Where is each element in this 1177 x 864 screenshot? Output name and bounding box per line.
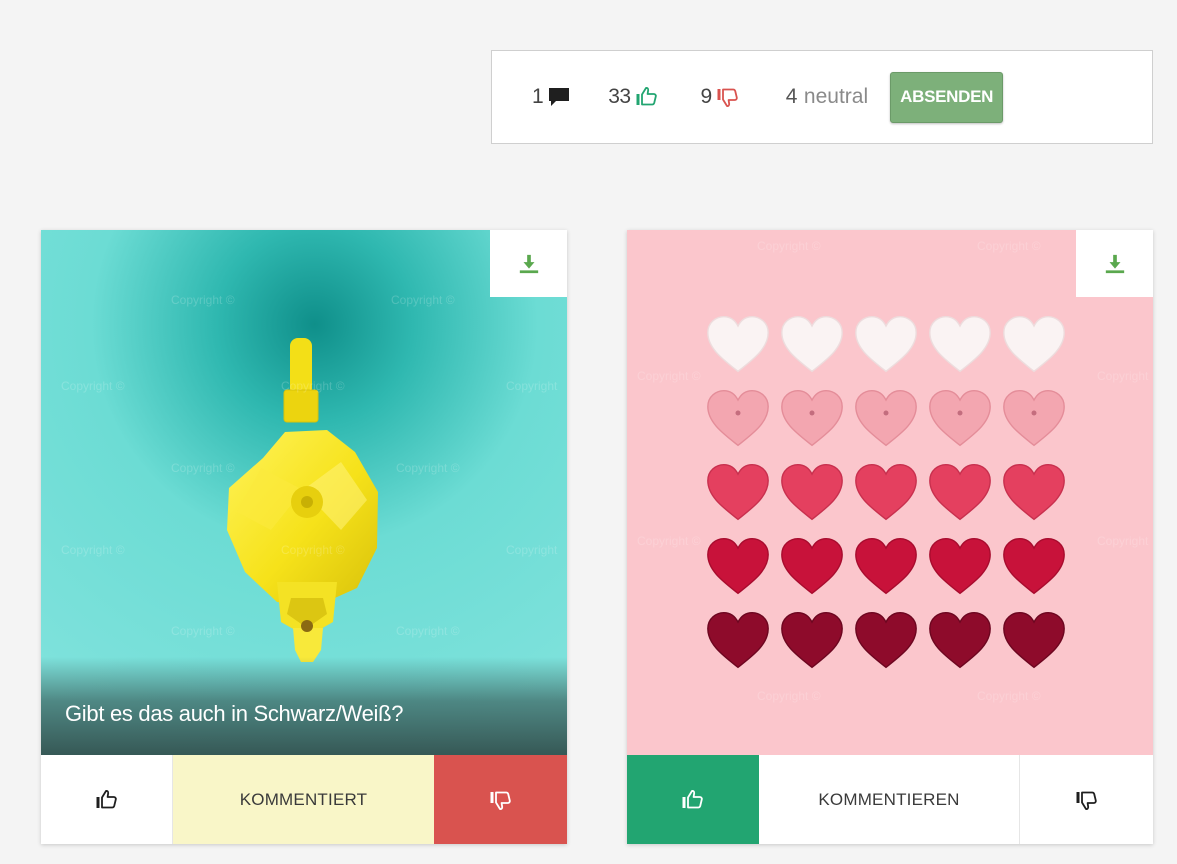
card-actions: KOMMENTIEREN xyxy=(627,755,1153,844)
comment-button[interactable]: KOMMENTIEREN xyxy=(759,755,1020,844)
download-button[interactable] xyxy=(490,230,567,297)
thumbs-up-icon xyxy=(681,788,705,812)
like-button[interactable] xyxy=(627,755,759,844)
comment-text: Gibt es das auch in Schwarz/Weiß? xyxy=(65,701,404,726)
svg-text:Copyright ©: Copyright © xyxy=(171,624,235,638)
neutral-count: 4 neutral xyxy=(785,85,869,108)
svg-text:Copyright: Copyright xyxy=(506,543,558,557)
svg-text:Copyright ©: Copyright © xyxy=(171,461,235,475)
svg-text:Copyright ©: Copyright © xyxy=(757,239,821,253)
card-comment-caption: Gibt es das auch in Schwarz/Weiß? xyxy=(41,657,567,755)
svg-text:Copyright ©: Copyright © xyxy=(396,461,460,475)
image-card-crochet-hearts: Copyright © Copyright © Copyright © Copyri… xyxy=(627,230,1153,844)
svg-text:Copyright ©: Copyright © xyxy=(61,543,125,557)
download-icon xyxy=(518,253,540,275)
svg-text:Copyright: Copyright xyxy=(1097,369,1149,383)
submit-button[interactable]: ABSENDEN xyxy=(890,71,1004,123)
comment-icon xyxy=(546,85,572,109)
dislike-button[interactable] xyxy=(1020,755,1153,844)
comments-count: 1 xyxy=(532,85,572,109)
svg-text:Copyright ©: Copyright © xyxy=(637,534,701,548)
thumbs-up-icon xyxy=(95,788,119,812)
svg-text:Copyright ©: Copyright © xyxy=(391,293,455,307)
svg-text:Copyright: Copyright xyxy=(506,379,558,393)
svg-text:Copyright ©: Copyright © xyxy=(396,624,460,638)
svg-text:Copyright ©: Copyright © xyxy=(637,369,701,383)
comment-button[interactable]: KOMMENTIERT xyxy=(173,755,434,844)
svg-text:Copyright ©: Copyright © xyxy=(977,239,1041,253)
dislike-button[interactable] xyxy=(434,755,567,844)
svg-text:Copyright: Copyright xyxy=(1097,534,1149,548)
download-button[interactable] xyxy=(1076,230,1153,297)
svg-text:Copyright ©: Copyright © xyxy=(757,689,821,703)
vote-summary-bar: 1 33 9 4 neutral ABSENDEN xyxy=(491,50,1153,144)
thumbs-up-icon xyxy=(635,85,659,109)
thumbs-down-icon xyxy=(489,788,513,812)
image-card-moka-pot: Copyright © Copyright © Copyright © Copyri… xyxy=(41,230,567,844)
likes-count: 33 xyxy=(608,85,658,109)
thumbs-down-icon xyxy=(716,85,740,109)
dislikes-count: 9 xyxy=(701,85,740,109)
like-button[interactable] xyxy=(41,755,173,844)
card-actions: KOMMENTIERT xyxy=(41,755,567,844)
svg-text:Copyright ©: Copyright © xyxy=(281,543,345,557)
svg-text:Copyright ©: Copyright © xyxy=(171,293,235,307)
svg-text:Copyright ©: Copyright © xyxy=(61,379,125,393)
svg-text:Copyright ©: Copyright © xyxy=(281,379,345,393)
download-icon xyxy=(1104,253,1126,275)
card-image: Copyright © Copyright © Copyright © Copyri… xyxy=(41,230,567,755)
svg-text:Copyright ©: Copyright © xyxy=(977,689,1041,703)
card-image: Copyright © Copyright © Copyright © Copyri… xyxy=(627,230,1153,755)
thumbs-down-icon xyxy=(1075,788,1099,812)
